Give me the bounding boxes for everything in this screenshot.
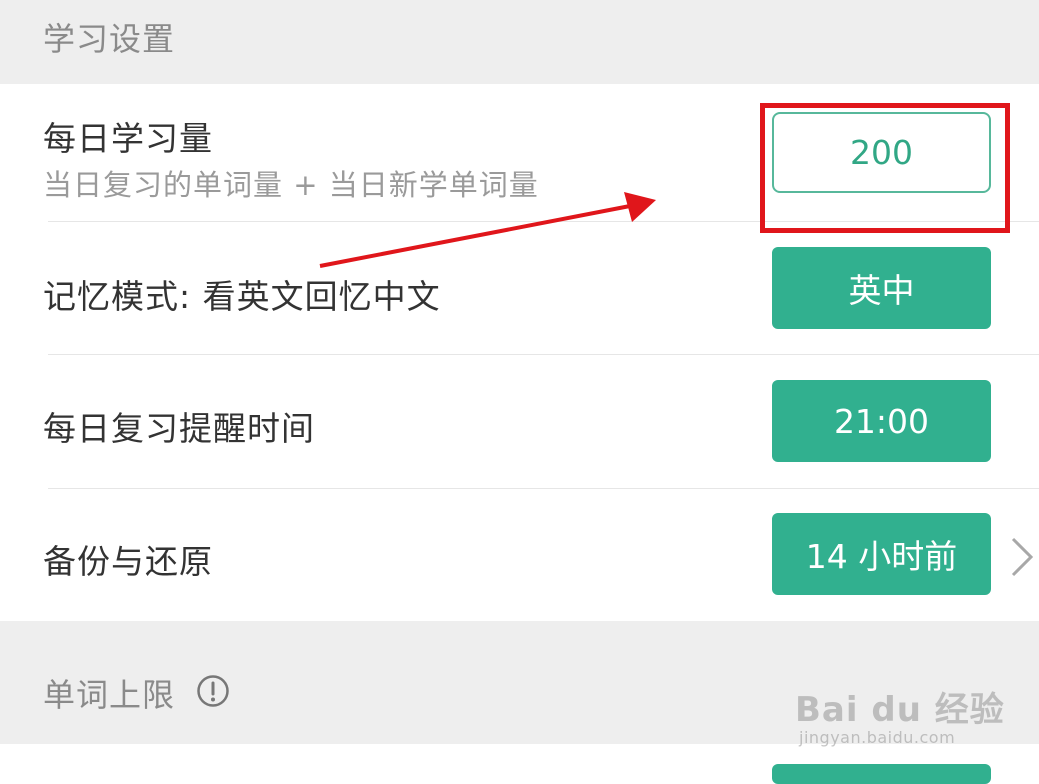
next-row-button-peek[interactable] bbox=[772, 764, 991, 784]
memory-mode-label: 记忆模式: 看英文回忆中文 bbox=[43, 277, 441, 316]
setting-row-review-reminder[interactable]: 每日复习提醒时间 21:00 bbox=[0, 355, 1039, 489]
daily-amount-subtitle: 当日复习的单词量 + 当日新学单词量 bbox=[43, 168, 539, 202]
section-title: 单词上限 bbox=[43, 676, 176, 714]
section-title: 学习设置 bbox=[43, 20, 176, 58]
chevron-right-icon[interactable] bbox=[1005, 533, 1039, 581]
setting-row-daily-amount[interactable]: 每日学习量 当日复习的单词量 + 当日新学单词量 200 bbox=[0, 84, 1039, 222]
section-header-learning-settings: 学习设置 bbox=[0, 0, 1039, 84]
backup-restore-button[interactable]: 14 小时前 bbox=[772, 513, 991, 595]
review-reminder-label: 每日复习提醒时间 bbox=[43, 409, 315, 448]
daily-amount-input[interactable]: 200 bbox=[772, 112, 991, 193]
setting-row-backup-restore[interactable]: 备份与还原 14 小时前 bbox=[0, 489, 1039, 621]
backup-restore-label: 备份与还原 bbox=[43, 542, 213, 581]
daily-amount-label: 每日学习量 bbox=[43, 119, 213, 158]
info-circle-icon[interactable] bbox=[196, 674, 230, 708]
setting-row-memory-mode[interactable]: 记忆模式: 看英文回忆中文 英中 bbox=[0, 222, 1039, 355]
memory-mode-button[interactable]: 英中 bbox=[772, 247, 991, 329]
review-reminder-time-button[interactable]: 21:00 bbox=[772, 380, 991, 462]
section-header-word-limit: 单词上限 bbox=[0, 621, 1039, 744]
